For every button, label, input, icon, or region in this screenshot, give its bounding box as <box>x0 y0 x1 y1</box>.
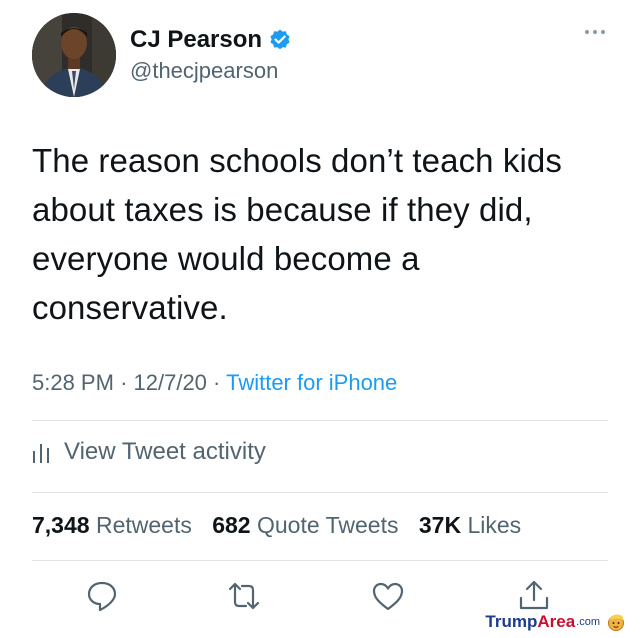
watermark-logo-icon <box>608 614 624 631</box>
watermark-part-trump: Trump <box>485 612 538 631</box>
divider <box>32 420 608 421</box>
activity-label: View Tweet activity <box>64 438 266 465</box>
like-icon[interactable] <box>370 578 406 614</box>
reply-icon[interactable] <box>84 578 120 614</box>
retweets-stat[interactable]: 7,348 Retweets <box>32 512 192 538</box>
likes-stat[interactable]: 37K Likes <box>419 512 521 538</box>
watermark-part-com: .com <box>576 616 600 628</box>
likes-label: Likes <box>467 512 522 538</box>
watermark-part-area: Area <box>537 612 576 631</box>
retweet-icon[interactable] <box>226 578 262 614</box>
tweet-meta: 5:28 PM · 12/7/20 · Twitter for iPhone <box>32 370 397 396</box>
site-watermark: Trump Area .com <box>485 612 626 632</box>
divider <box>32 492 608 493</box>
tweet-text: The reason schools don’t teach kids abou… <box>32 142 562 326</box>
author-name[interactable]: CJ Pearson <box>130 26 262 54</box>
more-options-icon[interactable] <box>584 28 606 36</box>
tweet-stats: 7,348 Retweets 682 Quote Tweets 37K Like… <box>32 512 521 539</box>
meta-separator: · <box>120 370 128 395</box>
retweets-count: 7,348 <box>32 512 90 538</box>
divider <box>32 560 608 561</box>
author-avatar[interactable] <box>32 13 116 97</box>
quote-tweets-label: Quote Tweets <box>256 512 399 538</box>
avatar-image <box>32 13 116 97</box>
tweet-time[interactable]: 5:28 PM <box>32 370 114 395</box>
quote-tweets-count: 682 <box>212 512 251 538</box>
analytics-icon <box>33 444 49 463</box>
meta-separator: · <box>213 370 221 395</box>
author-name-row[interactable]: CJ Pearson <box>130 26 292 54</box>
likes-count: 37K <box>418 512 462 538</box>
quote-tweets-stat[interactable]: 682 Quote Tweets <box>212 512 398 538</box>
tweet-date[interactable]: 12/7/20 <box>134 370 207 395</box>
retweets-label: Retweets <box>95 512 192 538</box>
share-icon[interactable] <box>516 578 552 614</box>
tweet-source-link[interactable]: Twitter for iPhone <box>226 370 397 395</box>
view-tweet-activity-button[interactable]: View Tweet activity <box>32 438 266 466</box>
verified-badge-icon <box>270 29 290 50</box>
author-handle[interactable]: @thecjpearson <box>130 58 278 84</box>
